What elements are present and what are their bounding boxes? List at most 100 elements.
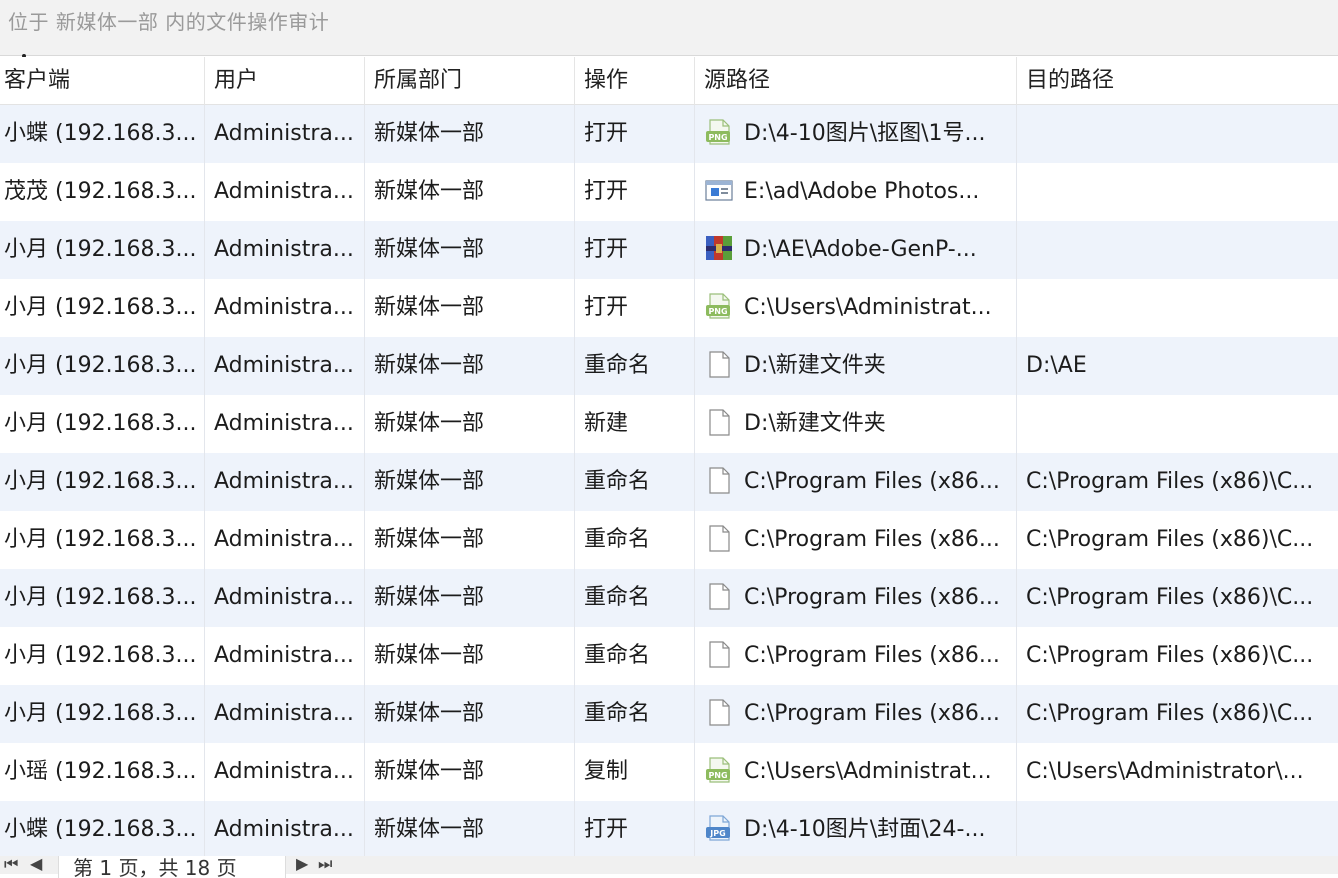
cell-department: 新媒体一部 — [365, 105, 575, 163]
archive-file-icon — [704, 233, 734, 263]
pagination-bar: ⏮ ◀ 第 1 页，共 18 页 ▶ ⏭ — [0, 854, 1338, 878]
source-path-text: C:\Program Files (x86... — [744, 527, 1000, 552]
source-path-text: C:\Users\Administrat... — [744, 759, 992, 784]
jpg-file-icon: JPG — [704, 813, 734, 843]
table-row[interactable]: 小月 (192.168.3... Administra... 新媒体一部 重命名 C:\… — [0, 685, 1338, 743]
cell-operation: 重命名 — [575, 685, 695, 743]
source-path-text: C:\Program Files (x86... — [744, 701, 1000, 726]
cell-client: 小月 (192.168.3... — [0, 627, 205, 685]
cell-user: Administra... — [205, 511, 365, 569]
cell-source-path: C:\Program Files (x86... — [695, 569, 1017, 627]
cell-department: 新媒体一部 — [365, 627, 575, 685]
cell-client: 小月 (192.168.3... — [0, 569, 205, 627]
cell-user: Administra... — [205, 163, 365, 221]
audit-table: 客户端 用户 所属部门 操作 源路径 目的路径 小蝶 (192.168.3...… — [0, 57, 1338, 859]
cell-operation: 打开 — [575, 221, 695, 279]
cell-operation: 重命名 — [575, 337, 695, 395]
table-row[interactable]: 小月 (192.168.3... Administra... 新媒体一部 重命名 D:\… — [0, 337, 1338, 395]
png-file-icon: PNG — [704, 117, 734, 147]
cell-source-path: PNG D:\4-10图片\抠图\1号... — [695, 105, 1017, 163]
cell-source-path: C:\Program Files (x86... — [695, 511, 1017, 569]
cell-department: 新媒体一部 — [365, 163, 575, 221]
cell-user: Administra... — [205, 569, 365, 627]
cell-user: Administra... — [205, 395, 365, 453]
cell-source-path: C:\Program Files (x86... — [695, 453, 1017, 511]
source-path-text: D:\新建文件夹 — [744, 411, 886, 436]
cell-operation: 复制 — [575, 743, 695, 801]
cell-operation: 重命名 — [575, 511, 695, 569]
cell-destination-path: D:\AE — [1026, 353, 1087, 378]
cell-operation: 打开 — [575, 105, 695, 163]
svg-text:PNG: PNG — [708, 133, 727, 142]
cell-department: 新媒体一部 — [365, 337, 575, 395]
blank-file-icon — [704, 407, 734, 437]
table-row[interactable]: 小月 (192.168.3... Administra... 新媒体一部 重命名 C:\… — [0, 453, 1338, 511]
cell-operation: 打开 — [575, 279, 695, 337]
table-row[interactable]: 小月 (192.168.3... Administra... 新媒体一部 重命名 C:\… — [0, 627, 1338, 685]
cell-destination-path — [1017, 105, 1338, 163]
table-row[interactable]: 小月 (192.168.3... Administra... 新媒体一部 重命名 C:\… — [0, 511, 1338, 569]
cell-client: 小月 (192.168.3... — [0, 221, 205, 279]
blank-file-icon — [704, 349, 734, 379]
source-path-text: C:\Users\Administrat... — [744, 295, 992, 320]
svg-text:JPG: JPG — [709, 829, 725, 838]
cell-operation: 重命名 — [575, 569, 695, 627]
cell-source-path: C:\Program Files (x86... — [695, 685, 1017, 743]
cell-department: 新媒体一部 — [365, 743, 575, 801]
cell-user: Administra... — [205, 743, 365, 801]
last-page-button[interactable]: ⏭ — [318, 854, 333, 874]
cell-destination-path: C:\Program Files (x86)\C... — [1026, 701, 1314, 726]
cell-destination-path: C:\Program Files (x86)\C... — [1026, 643, 1314, 668]
cell-department: 新媒体一部 — [365, 569, 575, 627]
cell-user: Administra... — [205, 337, 365, 395]
cell-operation: 新建 — [575, 395, 695, 453]
cell-source-path: D:\新建文件夹 — [695, 395, 1017, 453]
cell-department: 新媒体一部 — [365, 801, 575, 859]
cell-department: 新媒体一部 — [365, 221, 575, 279]
cell-department: 新媒体一部 — [365, 279, 575, 337]
table-row[interactable]: 小月 (192.168.3... Administra... 新媒体一部 打开 D:\A… — [0, 221, 1338, 279]
png-file-icon: PNG — [704, 755, 734, 785]
table-row[interactable]: 小蝶 (192.168.3... Administra... 新媒体一部 打开 PNG D… — [0, 105, 1338, 163]
cell-client: 小月 (192.168.3... — [0, 337, 205, 395]
column-header-operation[interactable]: 操作 — [575, 57, 695, 105]
column-header-client[interactable]: 客户端 — [0, 57, 205, 105]
cell-client: 小蝶 (192.168.3... — [0, 105, 205, 163]
cell-user: Administra... — [205, 685, 365, 743]
prev-page-button[interactable]: ◀ — [30, 854, 42, 873]
cell-destination-path: C:\Program Files (x86)\C... — [1026, 585, 1314, 610]
first-page-button[interactable]: ⏮ — [4, 854, 19, 874]
cell-client: 小蝶 (192.168.3... — [0, 801, 205, 859]
blank-file-icon — [704, 581, 734, 611]
svg-text:PNG: PNG — [708, 771, 727, 780]
next-page-button[interactable]: ▶ — [296, 854, 308, 873]
cell-destination-path: C:\Program Files (x86)\C... — [1026, 469, 1314, 494]
cell-destination-path — [1017, 801, 1338, 859]
column-header-source-path[interactable]: 源路径 — [695, 57, 1017, 105]
cell-destination-path — [1017, 279, 1338, 337]
table-row[interactable]: 小月 (192.168.3... Administra... 新媒体一部 重命名 C:\… — [0, 569, 1338, 627]
cell-client: 小月 (192.168.3... — [0, 511, 205, 569]
cell-source-path: D:\新建文件夹 — [695, 337, 1017, 395]
source-path-text: D:\新建文件夹 — [744, 353, 886, 378]
column-header-department[interactable]: 所属部门 — [365, 57, 575, 105]
cell-destination-path: C:\Program Files (x86)\C... — [1026, 527, 1314, 552]
column-header-destination-path[interactable]: 目的路径 — [1017, 57, 1338, 105]
cell-user: Administra... — [205, 453, 365, 511]
png-file-icon: PNG — [704, 291, 734, 321]
table-row[interactable]: 茂茂 (192.168.3... Administra... 新媒体一部 打开 E:\a… — [0, 163, 1338, 221]
table-row[interactable]: 小蝶 (192.168.3... Administra... 新媒体一部 打开 JPG D… — [0, 801, 1338, 859]
table-row[interactable]: 小月 (192.168.3... Administra... 新媒体一部 新建 D:\新… — [0, 395, 1338, 453]
source-path-text: C:\Program Files (x86... — [744, 643, 1000, 668]
table-row[interactable]: 小月 (192.168.3... Administra... 新媒体一部 打开 PNG C… — [0, 279, 1338, 337]
source-path-text: E:\ad\Adobe Photos... — [744, 179, 980, 204]
cell-source-path: JPG D:\4-10图片\封面\24-... — [695, 801, 1017, 859]
blank-file-icon — [704, 465, 734, 495]
column-header-user[interactable]: 用户 — [205, 57, 365, 105]
cell-operation: 打开 — [575, 163, 695, 221]
table-row[interactable]: 小瑶 (192.168.3... Administra... 新媒体一部 复制 PNG C… — [0, 743, 1338, 801]
cell-user: Administra... — [205, 627, 365, 685]
cell-source-path: PNG C:\Users\Administrat... — [695, 279, 1017, 337]
cell-department: 新媒体一部 — [365, 453, 575, 511]
window-title: 位于 新媒体一部 内的文件操作审计 — [8, 10, 330, 34]
